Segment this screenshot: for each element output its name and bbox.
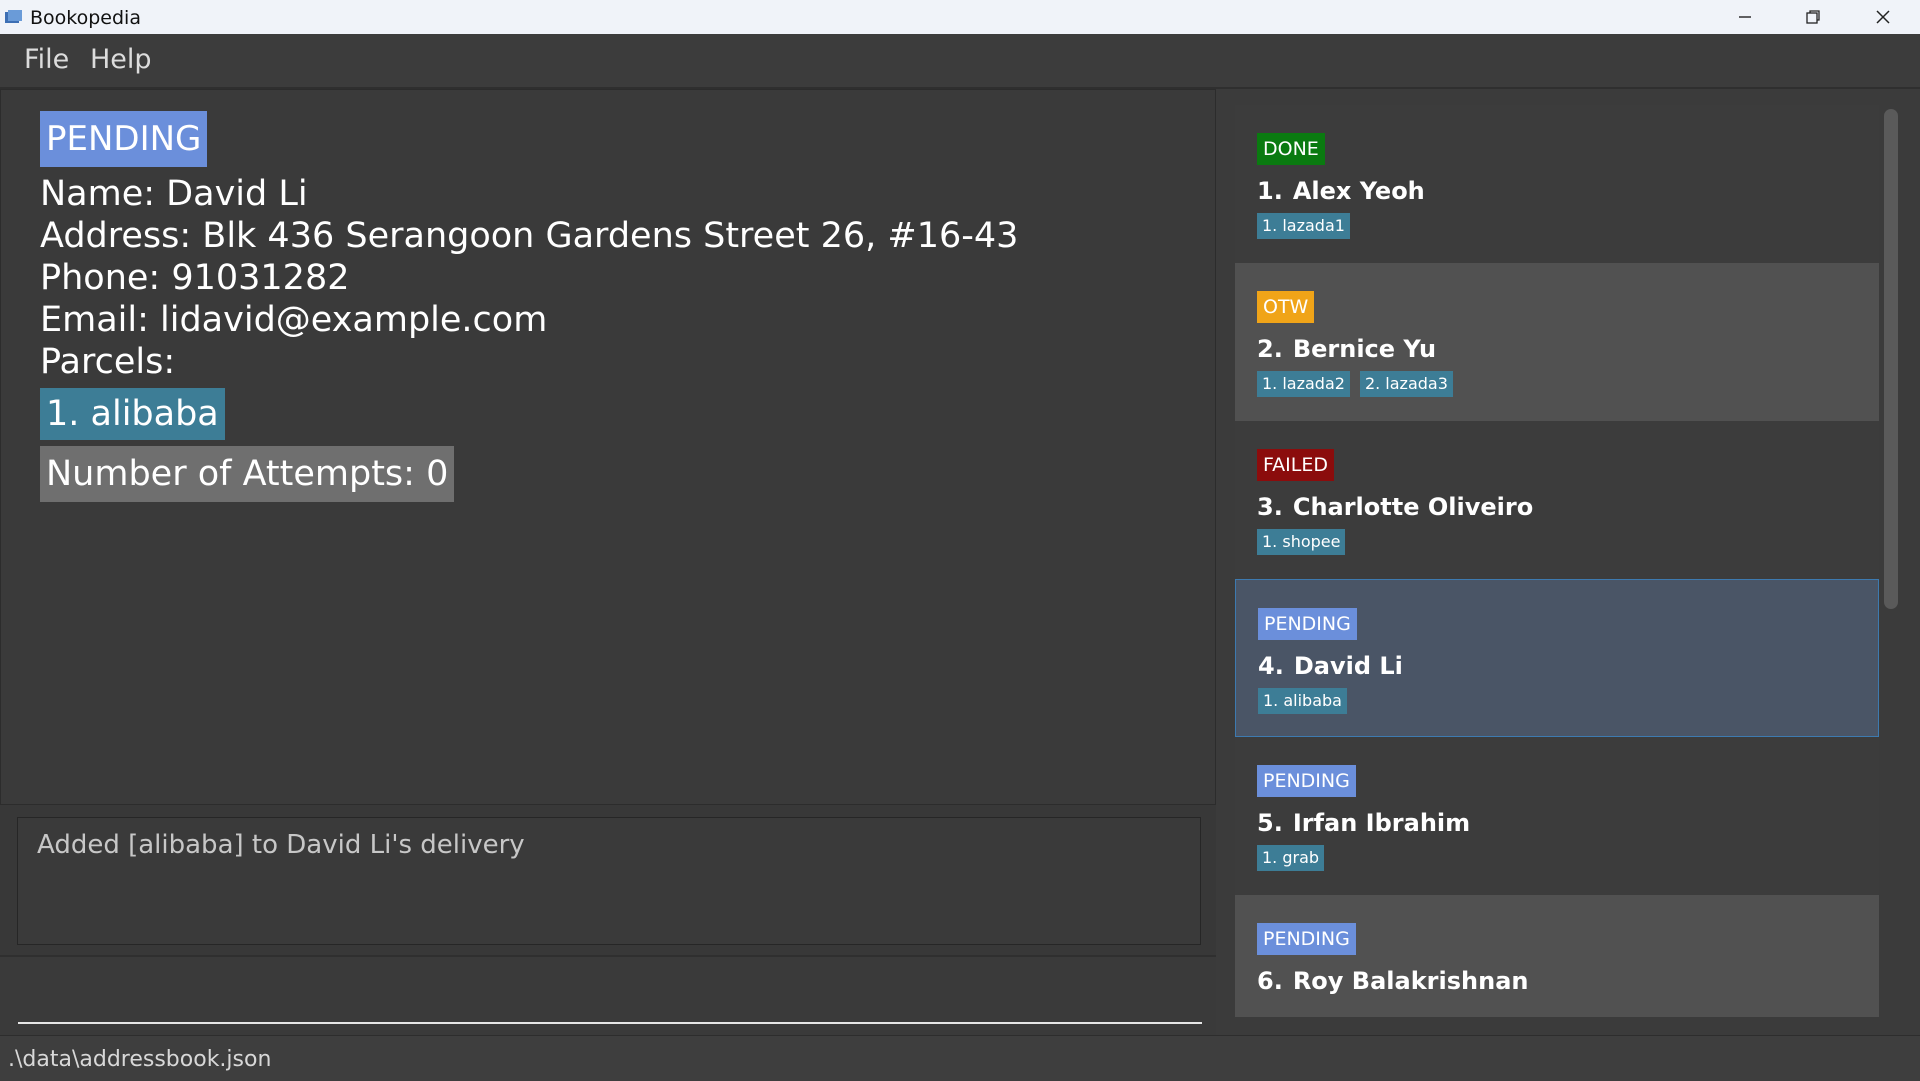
parcel-tag: 1. alibaba [1258,688,1347,714]
minimize-icon [1739,16,1751,18]
menu-bar: File Help [0,34,1920,89]
delivery-card[interactable]: FAILED 3. Charlotte Oliveiro 1. shopee [1235,421,1879,579]
delivery-card[interactable]: PENDING 4. David Li 1. alibaba [1235,579,1879,737]
menu-help[interactable]: Help [90,44,152,75]
close-icon [1876,10,1890,24]
menu-file[interactable]: File [24,44,69,75]
delivery-index: 5. [1257,809,1283,837]
delivery-status-badge: FAILED [1257,449,1335,481]
parcel-tag: 1. shopee [1257,529,1346,555]
detail-parcel-tag: 1. alibaba [40,388,225,440]
delivery-parcel-tags: 1. lazada2 2. lazada3 [1257,371,1453,397]
delivery-status-badge: PENDING [1257,765,1356,797]
app-icon [5,10,22,23]
delivery-recipient-name: David Li [1293,652,1403,680]
status-bar: .\data\addressbook.json [0,1035,1920,1081]
delivery-status-badge: PENDING [1258,608,1357,640]
delivery-recipient-name: Irfan Ibrahim [1292,809,1471,837]
delivery-index: 6. [1257,967,1283,995]
restore-button[interactable] [1778,0,1848,34]
close-button[interactable] [1848,0,1918,34]
delivery-name: 6. Roy Balakrishnan [1257,967,1528,995]
delivery-parcel-tags: 1. lazada1 [1257,213,1350,239]
delivery-status-badge: PENDING [1257,923,1356,955]
delivery-card[interactable]: PENDING 5. Irfan Ibrahim 1. grab [1235,737,1879,895]
command-input-underline [18,1022,1202,1024]
title-bar: Bookopedia [0,0,1920,34]
storage-file-path: .\data\addressbook.json [8,1047,272,1072]
delivery-name: 2. Bernice Yu [1257,335,1436,363]
delivery-name: 5. Irfan Ibrahim [1257,809,1470,837]
delivery-card[interactable]: DONE 1. Alex Yeoh 1. lazada1 [1235,105,1879,263]
delivery-recipient-name: Bernice Yu [1292,335,1437,363]
delivery-parcel-tags: 1. shopee [1257,529,1346,555]
detail-address: Address: Blk 436 Serangoon Gardens Stree… [40,216,1019,256]
detail-email: Email: lidavid@example.com [40,300,548,340]
delivery-list[interactable]: DONE 1. Alex Yeoh 1. lazada1 OTW 2. Bernice Yu… [1235,105,1879,1017]
parcel-tag: 1. lazada1 [1257,213,1350,239]
delivery-card[interactable]: OTW 2. Bernice Yu 1. lazada2 2. lazada3 [1235,263,1879,421]
delivery-recipient-name: Alex Yeoh [1292,177,1425,205]
parcel-tag: 2. lazada3 [1359,371,1453,397]
delivery-parcel-tags: 1. grab [1257,845,1325,871]
list-scrollbar[interactable] [1884,109,1898,609]
detail-phone: Phone: 91031282 [40,258,350,298]
delivery-index: 4. [1258,652,1284,680]
delivery-name: 1. Alex Yeoh [1257,177,1425,205]
detail-name: Name: David Li [40,174,308,214]
delivery-recipient-name: Charlotte Oliveiro [1292,493,1534,521]
detail-attempts: Number of Attempts: 0 [40,446,455,502]
delivery-name: 3. Charlotte Oliveiro [1257,493,1533,521]
delivery-index: 2. [1257,335,1283,363]
delivery-status-badge: OTW [1257,291,1315,323]
delivery-parcel-tags: 1. alibaba [1258,688,1347,714]
delivery-name: 4. David Li [1258,652,1403,680]
delivery-status-badge: DONE [1257,133,1325,165]
restore-icon [1806,10,1820,24]
parcel-tag: 1. lazada2 [1257,371,1350,397]
detail-parcels-label: Parcels: [40,342,176,382]
delivery-recipient-name: Roy Balakrishnan [1292,967,1529,995]
result-message: Added [alibaba] to David Li's delivery [37,830,525,860]
detail-status-badge: PENDING [40,111,208,167]
window-title: Bookopedia [30,7,141,29]
delivery-index: 1. [1257,177,1283,205]
delivery-card[interactable]: PENDING 6. Roy Balakrishnan [1235,895,1879,1017]
minimize-button[interactable] [1710,0,1780,34]
delivery-index: 3. [1257,493,1283,521]
parcel-tag: 1. grab [1257,845,1325,871]
